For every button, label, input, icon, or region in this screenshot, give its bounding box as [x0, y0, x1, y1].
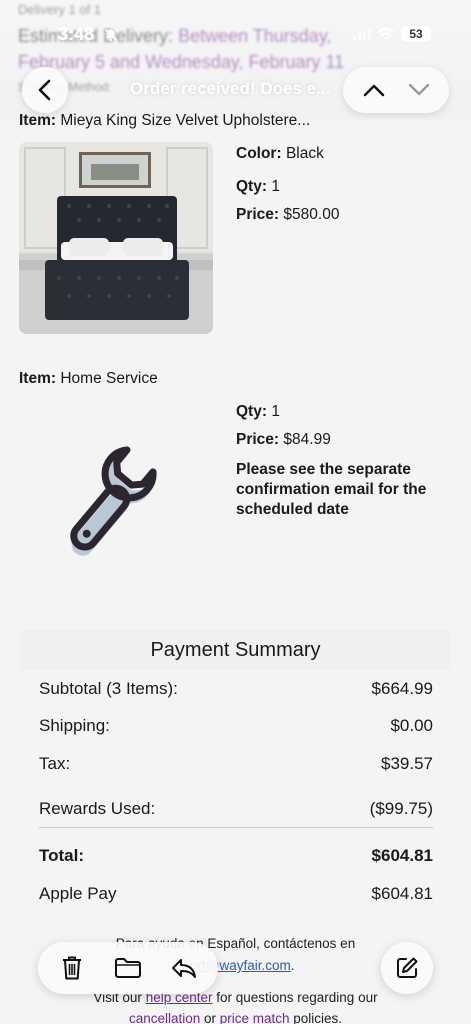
subtotal-label: Subtotal (3 Items): [39, 679, 178, 698]
bell-slash-icon [104, 28, 118, 42]
rewards-label: Rewards Used: [39, 799, 156, 818]
back-button[interactable] [22, 67, 68, 113]
bed-illustration [19, 142, 213, 334]
tax-value: $39.57 [381, 754, 433, 773]
payment-method-row: Apple Pay $604.81 [39, 884, 433, 904]
signal-icon [353, 28, 371, 40]
item2-qty: Qty: 1 [236, 403, 280, 421]
item-name-line: Item: Home Service [19, 370, 158, 388]
delivery-range-end: February 5 and Wednesday, February 11 [18, 52, 345, 72]
service-note: Please see the separate confirmation ema… [236, 461, 427, 518]
payment-method-amount: $604.81 [371, 884, 433, 903]
item1-color: Color: Black [236, 145, 324, 163]
chevron-left-icon [38, 79, 51, 101]
compose-icon [397, 957, 418, 978]
product-image-bed[interactable] [19, 142, 213, 334]
battery-icon: 53 [401, 26, 431, 42]
folder-icon [115, 958, 141, 978]
payment-method-label: Apple Pay [39, 884, 117, 903]
bottom-toolbar [38, 942, 218, 994]
item-label: Item: [19, 370, 57, 387]
tax-label: Tax: [39, 754, 71, 773]
shipping-value: $0.00 [390, 716, 433, 735]
subtotal-value: $664.99 [371, 679, 433, 698]
item2-price: Price: $84.99 [236, 431, 331, 449]
help-suffix: for questions regarding our [212, 990, 378, 1005]
status-indicators: 53 [353, 26, 431, 42]
email-view: Delivery 1 of 1 Estimated Delivery: Betw… [0, 0, 471, 1024]
policy-suffix: policies. [289, 1011, 343, 1024]
wifi-icon [377, 27, 395, 40]
price-value: $84.99 [283, 431, 331, 448]
email-subject: Order received! Does e... [130, 79, 331, 98]
total-label: Total: [39, 846, 85, 865]
chevron-down-icon [408, 83, 429, 96]
message-navigation [343, 67, 449, 113]
next-message-button[interactable] [401, 72, 437, 108]
delete-button[interactable] [52, 948, 92, 988]
total-value: $604.81 [371, 846, 433, 865]
rewards-row: Rewards Used: ($99.75) [39, 799, 433, 819]
tax-row: Tax: $39.57 [39, 754, 433, 774]
policies-line: cancellation or price match policies. [0, 1011, 471, 1024]
email-period: . [290, 958, 295, 973]
estimated-delivery-label: Estimated Delivery: [18, 26, 179, 46]
item-name: Mieya King Size Velvet Upholstere... [60, 112, 311, 129]
rewards-value: ($99.75) [369, 799, 433, 818]
policy-mid: or [200, 1011, 220, 1024]
compose-button-inner[interactable] [387, 948, 427, 988]
item-name-line: Item: Mieya King Size Velvet Upholstere.… [19, 112, 310, 130]
compose-button[interactable] [381, 942, 433, 994]
previous-message-button[interactable] [356, 72, 392, 108]
shipping-row: Shipping: $0.00 [39, 716, 433, 736]
item1-qty: Qty: 1 [236, 178, 280, 196]
qty-value: 1 [271, 403, 280, 420]
price-label: Price: [236, 206, 280, 223]
price-match-link[interactable]: price match [220, 1011, 290, 1024]
price-value: $580.00 [283, 206, 340, 223]
item-name: Home Service [60, 370, 158, 387]
reply-icon [172, 959, 196, 978]
summary-divider [39, 827, 433, 828]
color-label: Color: [236, 145, 282, 162]
move-to-folder-button[interactable] [108, 948, 148, 988]
chevron-up-icon [363, 84, 384, 97]
subtotal-row: Subtotal (3 Items): $664.99 [39, 679, 433, 699]
cancellation-link[interactable]: cancellation [129, 1011, 200, 1024]
item1-price: Price: $580.00 [236, 206, 339, 224]
wrench-icon [70, 446, 157, 556]
shipping-label: Shipping: [39, 716, 110, 735]
item-label: Item: [19, 112, 57, 129]
payment-summary-title: Payment Summary [20, 630, 451, 670]
delivery-range-start: Between Thursday, [178, 26, 332, 46]
qty-value: 1 [271, 178, 280, 195]
reply-button[interactable] [164, 948, 204, 988]
qty-label: Qty: [236, 403, 267, 420]
status-time: 3:48 [58, 24, 95, 44]
qty-label: Qty: [236, 178, 267, 195]
total-row: Total: $604.81 [39, 846, 433, 866]
delivery-count: Delivery 1 of 1 [18, 2, 102, 17]
trash-icon [63, 956, 81, 980]
color-value: Black [285, 145, 324, 162]
price-label: Price: [236, 431, 280, 448]
